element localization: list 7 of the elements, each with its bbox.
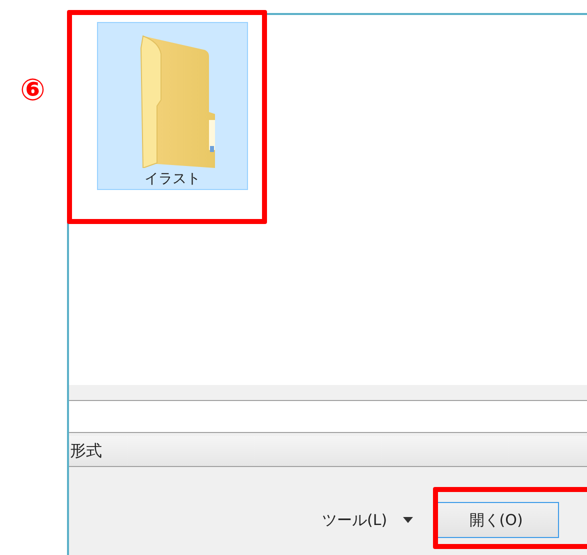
column-header[interactable]: 形式 (69, 433, 587, 467)
folder-name: イラスト (144, 170, 200, 188)
folder-item[interactable]: イラスト (97, 22, 248, 190)
tools-menu[interactable]: ツール(L) (322, 511, 388, 530)
step-marker: ⑥ (20, 76, 46, 106)
caret-icon[interactable] (403, 517, 414, 523)
column-label: 形式 (69, 440, 102, 462)
